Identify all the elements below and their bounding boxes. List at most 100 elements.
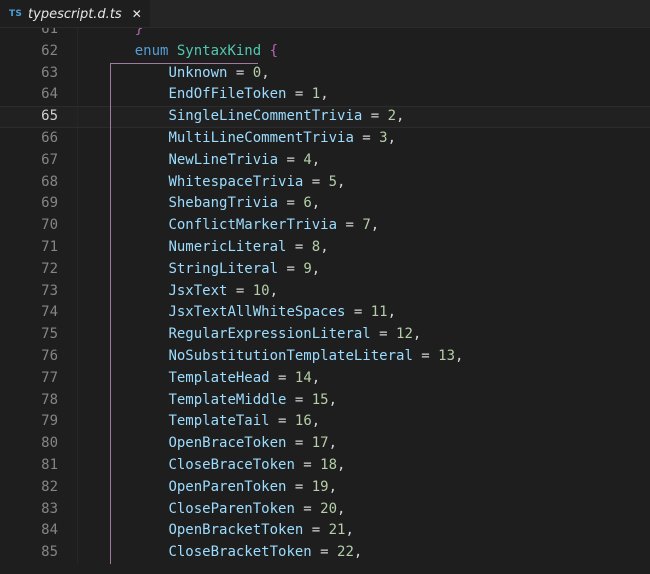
token-op [101,304,168,320]
tab-typescript-d-ts[interactable]: TS typescript.d.ts ✕ [0,0,150,28]
code-text[interactable]: OpenParenToken = 19, [78,477,650,499]
token-op [101,130,168,146]
code-line-80[interactable]: 80 OpenBraceToken = 17, [0,433,650,455]
token-prop: NumericLiteral [168,239,286,255]
code-line-73[interactable]: 73 JsxText = 10, [0,281,650,303]
token-op [101,544,168,560]
line-number: 81 [0,455,58,477]
code-text[interactable]: CloseParenToken = 20, [78,499,650,521]
token-prop: CloseParenToken [168,501,294,517]
token-num: 14 [295,370,312,386]
code-text[interactable]: EndOfFileToken = 1, [78,84,650,106]
token-prop: JsxText [168,283,227,299]
code-line-79[interactable]: 79 TemplateTail = 16, [0,411,650,433]
token-op: = [286,435,311,451]
token-op: = [295,501,320,517]
code-line-84[interactable]: 84 OpenBracketToken = 21, [0,520,650,542]
editor-gutter [58,107,78,127]
code-line-85[interactable]: 85 CloseBracketToken = 22, [0,542,650,564]
code-editor[interactable]: 61 }62 enum SyntaxKind {63 Unknown = 0,6… [0,28,650,574]
code-text[interactable]: JsxTextAllWhiteSpaces = 11, [78,302,650,324]
code-text[interactable]: ConflictMarkerTrivia = 7, [78,215,650,237]
token-op: , [320,239,328,255]
token-op: , [312,413,320,429]
code-line-75[interactable]: 75 RegularExpressionLiteral = 12, [0,324,650,346]
code-text[interactable]: NumericLiteral = 8, [78,237,650,259]
token-op [101,108,168,124]
token-op: , [337,501,345,517]
code-text[interactable]: ShebangTrivia = 6, [78,193,650,215]
token-prop: OpenParenToken [168,479,286,495]
token-prop: CloseBraceToken [168,457,294,473]
code-text[interactable]: enum SyntaxKind { [78,41,650,63]
token-op: , [329,392,337,408]
editor-gutter [58,63,78,85]
code-text[interactable]: NoSubstitutionTemplateLiteral = 13, [78,346,650,368]
token-prop: StringLiteral [168,261,278,277]
token-op: = [303,522,328,538]
code-text[interactable]: OpenBracketToken = 21, [78,520,650,542]
code-line-77[interactable]: 77 TemplateHead = 14, [0,368,650,390]
token-op: , [337,174,345,190]
line-number: 78 [0,390,58,412]
code-line-67[interactable]: 67 NewLineTrivia = 4, [0,150,650,172]
token-op: , [329,479,337,495]
token-num: 0 [253,65,261,81]
line-number: 83 [0,499,58,521]
code-line-66[interactable]: 66 MultiLineCommentTrivia = 3, [0,128,650,150]
line-number: 66 [0,128,58,150]
code-text[interactable]: NewLineTrivia = 4, [78,150,650,172]
token-num: 7 [362,217,370,233]
code-text[interactable]: CloseBracketToken = 22, [78,542,650,564]
token-op [101,370,168,386]
line-number: 80 [0,433,58,455]
code-line-82[interactable]: 82 OpenParenToken = 19, [0,477,650,499]
code-text[interactable]: StringLiteral = 9, [78,259,650,281]
line-number: 74 [0,302,58,324]
token-op: = [312,544,337,560]
code-text[interactable]: TemplateMiddle = 15, [78,390,650,412]
token-num: 11 [371,304,388,320]
code-text[interactable]: } [78,28,650,41]
editor-gutter [58,172,78,194]
token-op: = [286,239,311,255]
code-line-74[interactable]: 74 JsxTextAllWhiteSpaces = 11, [0,302,650,324]
token-op: = [354,130,379,146]
code-line-78[interactable]: 78 TemplateMiddle = 15, [0,390,650,412]
code-line-72[interactable]: 72 StringLiteral = 9, [0,259,650,281]
code-text[interactable]: MultiLineCommentTrivia = 3, [78,128,650,150]
line-number: 72 [0,259,58,281]
token-op: = [413,348,438,364]
token-op: = [286,392,311,408]
code-text[interactable]: WhitespaceTrivia = 5, [78,172,650,194]
code-line-70[interactable]: 70 ConflictMarkerTrivia = 7, [0,215,650,237]
code-line-65[interactable]: 65 SingleLineCommentTrivia = 2, [0,106,650,128]
code-line-64[interactable]: 64 EndOfFileToken = 1, [0,84,650,106]
code-text[interactable]: TemplateHead = 14, [78,368,650,390]
code-line-76[interactable]: 76 NoSubstitutionTemplateLiteral = 13, [0,346,650,368]
token-op: , [261,65,269,81]
code-line-81[interactable]: 81 CloseBraceToken = 18, [0,455,650,477]
token-op: = [362,108,387,124]
code-text[interactable]: JsxText = 10, [78,281,650,303]
token-num: 13 [438,348,455,364]
code-text[interactable]: TemplateTail = 16, [78,411,650,433]
code-line-61[interactable]: 61 } [0,28,650,41]
code-line-63[interactable]: 63 Unknown = 0, [0,63,650,85]
token-num: 10 [253,283,270,299]
code-line-71[interactable]: 71 NumericLiteral = 8, [0,237,650,259]
code-line-83[interactable]: 83 CloseParenToken = 20, [0,499,650,521]
token-num: 2 [388,108,396,124]
token-op [101,348,168,364]
code-line-68[interactable]: 68 WhitespaceTrivia = 5, [0,172,650,194]
code-text[interactable]: SingleLineCommentTrivia = 2, [78,106,650,128]
code-text[interactable]: Unknown = 0, [78,63,650,85]
close-icon[interactable]: ✕ [132,8,142,20]
code-line-62[interactable]: 62 enum SyntaxKind { [0,41,650,63]
code-text[interactable]: OpenBraceToken = 17, [78,433,650,455]
code-text[interactable]: CloseBraceToken = 18, [78,455,650,477]
code-surface[interactable]: 61 }62 enum SyntaxKind {63 Unknown = 0,6… [0,28,650,564]
code-text[interactable]: RegularExpressionLiteral = 12, [78,324,650,346]
editor-tab-bar: TS typescript.d.ts ✕ [0,0,650,28]
code-line-69[interactable]: 69 ShebangTrivia = 6, [0,193,650,215]
